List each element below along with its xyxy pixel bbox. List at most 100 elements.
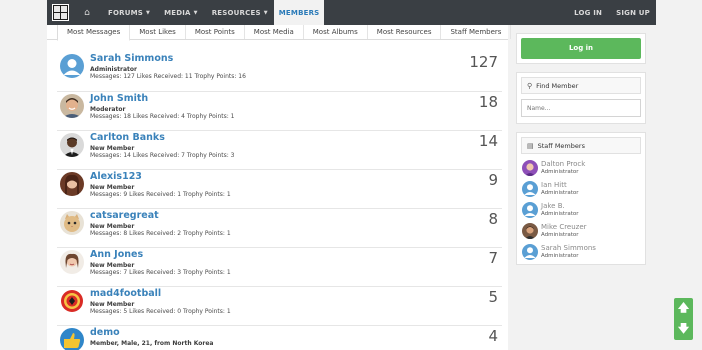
member-name[interactable]: John Smith <box>90 93 148 104</box>
nav-login[interactable]: LOG IN <box>574 0 602 25</box>
tab-most-points[interactable]: Most Points <box>186 25 245 39</box>
tab-most-media[interactable]: Most Media <box>245 25 304 39</box>
tab-most-likes[interactable]: Most Likes <box>130 25 186 39</box>
staff-name[interactable]: Sarah Simmons <box>541 244 596 252</box>
member-tabs: Most Messages Most Likes Most Points Mos… <box>47 25 512 41</box>
man-suit-avatar-icon[interactable] <box>60 133 84 157</box>
member-stats: Messages: 127 Likes Received: 11 Trophy … <box>90 73 246 80</box>
staff-role: Administrator <box>541 169 579 175</box>
member-row: Sarah Simmons Administrator Messages: 12… <box>57 52 502 92</box>
member-name[interactable]: Carlton Banks <box>90 132 165 143</box>
members-panel: Most Messages Most Likes Most Points Mos… <box>47 25 512 350</box>
scroll-down-icon[interactable]: 🡇 <box>674 320 693 339</box>
member-row: Alexis123 New Member Messages: 9 Likes R… <box>57 170 502 209</box>
staff-item: Mike Creuzer Administrator <box>521 221 641 242</box>
nav-resources[interactable]: RESOURCES ▼ <box>212 0 268 25</box>
member-name[interactable]: Ann Jones <box>90 249 143 260</box>
member-stats: Messages: 18 Likes Received: 4 Trophy Po… <box>90 113 235 120</box>
login-button[interactable]: Log in <box>521 38 641 59</box>
staff-role: Administrator <box>541 232 579 238</box>
member-role: Moderator <box>90 106 126 113</box>
nav-forums[interactable]: FORUMS ▼ <box>108 0 150 25</box>
staff-members-title: Staff Members <box>537 141 585 150</box>
find-member-title: Find Member <box>536 81 579 90</box>
member-stats: Messages: 14 Likes Received: 7 Trophy Po… <box>90 152 235 159</box>
default-avatar-icon[interactable] <box>60 54 84 78</box>
woman-avatar-icon[interactable] <box>60 172 84 196</box>
staff-role: Administrator <box>541 190 579 196</box>
tab-most-messages[interactable]: Most Messages <box>57 25 131 41</box>
smiling-man-avatar-icon[interactable] <box>60 94 84 118</box>
staff-role: Administrator <box>541 211 579 217</box>
member-role: New Member <box>90 223 135 230</box>
woman-smile-avatar-icon[interactable] <box>60 250 84 274</box>
member-role: Administrator <box>90 66 137 73</box>
tab-most-albums[interactable]: Most Albums <box>304 25 368 39</box>
member-name[interactable]: Alexis123 <box>90 171 142 182</box>
staff-name[interactable]: Ian Hitt <box>541 181 567 189</box>
staff-list: Dalton Prock Administrator Ian Hitt Admi… <box>521 158 641 263</box>
member-role: Member, Male, 21, from North Korea <box>90 340 214 347</box>
nav-signup[interactable]: SIGN UP <box>616 0 650 25</box>
site-logo-icon[interactable] <box>52 4 69 21</box>
member-count: 4 <box>488 327 498 345</box>
member-list: Sarah Simmons Administrator Messages: 12… <box>57 52 502 350</box>
member-count: 127 <box>469 53 498 71</box>
top-navbar: ⌂ FORUMS ▼ MEDIA ▼ RESOURCES ▼ MEMBERS LOG … <box>47 0 656 25</box>
staff-role: Administrator <box>541 253 579 259</box>
caret-down-icon: ▼ <box>146 9 151 16</box>
nav-media[interactable]: MEDIA ▼ <box>164 0 198 25</box>
staff-item: Jake B. Administrator <box>521 200 641 221</box>
member-count: 14 <box>478 132 498 150</box>
member-name[interactable]: catsaregreat <box>90 210 159 221</box>
staff-name[interactable]: Jake B. <box>541 202 565 210</box>
find-member-header: ⚲ Find Member <box>521 77 641 94</box>
tab-staff-members[interactable]: Staff Members <box>441 25 512 39</box>
nav-members[interactable]: MEMBERS <box>273 0 325 25</box>
member-row: mad4football New Member Messages: 5 Like… <box>57 287 502 326</box>
member-name[interactable]: demo <box>90 327 120 338</box>
caret-down-icon: ▼ <box>193 9 198 16</box>
scroll-up-icon[interactable]: 🡅 <box>674 299 693 318</box>
default-avatar-icon[interactable] <box>522 181 538 197</box>
member-name-input[interactable] <box>521 99 641 117</box>
member-count: 8 <box>488 210 498 228</box>
cat-avatar-icon[interactable] <box>60 211 84 235</box>
member-count: 9 <box>488 171 498 189</box>
photo-avatar-icon[interactable] <box>522 223 538 239</box>
member-count: 5 <box>488 288 498 306</box>
tab-most-resources[interactable]: Most Resources <box>368 25 442 39</box>
staff-members-box: ▤ Staff Members Dalton Prock Administrat… <box>516 132 646 265</box>
member-role: New Member <box>90 145 135 152</box>
football-crest-avatar-icon[interactable] <box>60 289 84 313</box>
default-avatar-icon[interactable] <box>522 202 538 218</box>
member-count: 18 <box>478 93 498 111</box>
caret-down-icon: ▼ <box>263 9 268 16</box>
staff-item: Sarah Simmons Administrator <box>521 242 641 263</box>
default-avatar-icon[interactable] <box>522 244 538 260</box>
member-count: 7 <box>488 249 498 267</box>
member-name[interactable]: Sarah Simmons <box>90 53 173 64</box>
member-role: New Member <box>90 262 135 269</box>
member-role: New Member <box>90 184 135 191</box>
staff-name[interactable]: Dalton Prock <box>541 160 585 168</box>
purple-avatar-icon[interactable] <box>522 160 538 176</box>
thumbs-up-avatar-icon[interactable] <box>60 328 84 350</box>
member-stats: Messages: 9 Likes Received: 1 Trophy Poi… <box>90 191 231 198</box>
member-name[interactable]: mad4football <box>90 288 161 299</box>
staff-item: Dalton Prock Administrator <box>521 158 641 179</box>
member-row: demo Member, Male, 21, from North Korea … <box>57 326 502 350</box>
member-role: New Member <box>90 301 135 308</box>
member-row: Ann Jones New Member Messages: 7 Likes R… <box>57 248 502 287</box>
member-stats: Messages: 7 Likes Received: 3 Trophy Poi… <box>90 269 231 276</box>
scroll-buttons: 🡅 🡇 <box>674 298 693 340</box>
staff-name[interactable]: Mike Creuzer <box>541 223 587 231</box>
staff-list-icon: ▤ <box>527 141 534 150</box>
login-box: Log in <box>516 33 646 64</box>
member-row: Carlton Banks New Member Messages: 14 Li… <box>57 131 502 170</box>
home-icon[interactable]: ⌂ <box>80 8 94 18</box>
staff-members-header: ▤ Staff Members <box>521 137 641 154</box>
staff-item: Ian Hitt Administrator <box>521 179 641 200</box>
find-member-box: ⚲ Find Member <box>516 72 646 124</box>
search-icon: ⚲ <box>527 81 533 90</box>
